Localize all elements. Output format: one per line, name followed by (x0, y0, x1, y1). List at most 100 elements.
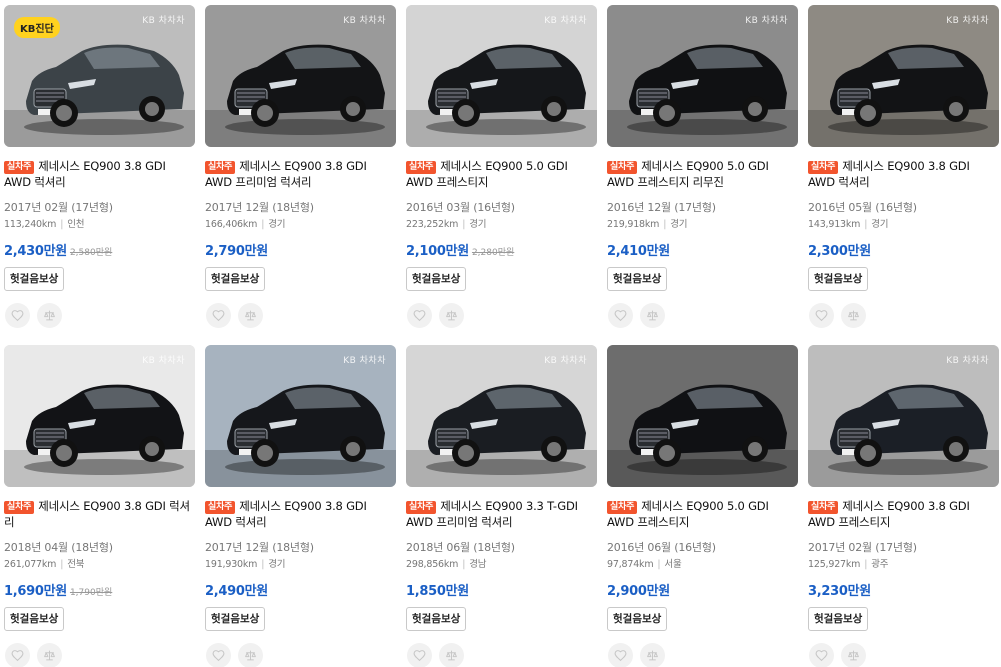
scale-icon[interactable] (238, 643, 263, 667)
scale-icon[interactable] (640, 303, 665, 328)
scale-icon[interactable] (841, 303, 866, 328)
car-card[interactable]: KB 차차차 실차주 제네시스 EQ900 3.8 GDI AWD 프리미엄 럭셔… (205, 5, 397, 335)
car-region: 경기 (871, 219, 889, 230)
heart-icon[interactable] (206, 643, 231, 667)
car-year: 2018년 04월 (18년형) (4, 541, 113, 554)
owner-tag: 실차주 (808, 161, 839, 174)
car-card[interactable]: KB 차차차 KB진단 실차주 제네시스 EQ900 3.8 GDI AWD 럭셔… (4, 5, 196, 335)
scale-icon[interactable] (37, 643, 62, 667)
heart-icon[interactable] (5, 303, 30, 328)
car-photo[interactable]: KB 차차차 (205, 5, 396, 147)
car-year: 2018년 06월 (18년형) (406, 541, 515, 554)
car-year: 2017년 02월 (17년형) (4, 201, 113, 214)
scale-icon[interactable] (439, 643, 464, 667)
price-row: 3,230만원 (808, 580, 871, 599)
car-title[interactable]: 실차주 제네시스 EQ900 3.8 GDI AWD 프레스티지 (808, 498, 998, 530)
scale-icon[interactable] (640, 643, 665, 667)
car-price: 2,900만원 (607, 584, 670, 599)
car-card[interactable]: 실차주 제네시스 EQ900 5.0 GDI AWD 프레스티지 2016년 06… (607, 345, 799, 667)
car-card[interactable]: KB 차차차 실차주 제네시스 EQ900 5.0 GDI AWD 프레스티지 리… (607, 5, 799, 335)
car-region: 전북 (67, 559, 85, 570)
car-photo[interactable] (607, 345, 798, 487)
compensation-button[interactable]: 헛걸음보상 (205, 607, 266, 631)
watermark: KB 차차차 (544, 16, 587, 26)
car-mileage: 261,077km (4, 559, 57, 570)
car-region: 경남 (469, 559, 487, 570)
scale-icon[interactable] (439, 303, 464, 328)
meta-divider: | (462, 559, 466, 570)
car-photo[interactable]: KB 차차차 (607, 5, 798, 147)
car-year: 2016년 05월 (16년형) (808, 201, 917, 214)
heart-icon[interactable] (608, 303, 633, 328)
owner-tag: 실차주 (607, 501, 638, 514)
heart-icon[interactable] (5, 643, 30, 667)
car-photo[interactable]: KB 차차차 (808, 5, 999, 147)
car-card[interactable]: KB 차차차 실차주 제네시스 EQ900 5.0 GDI AWD 프레스티지 2… (406, 5, 598, 335)
car-region: 인천 (67, 219, 85, 230)
watermark: KB 차차차 (946, 356, 989, 366)
car-title[interactable]: 실차주 제네시스 EQ900 3.8 GDI AWD 럭셔리 (4, 158, 194, 190)
owner-tag: 실차주 (4, 161, 35, 174)
car-meta: 219,918km | 경기 (607, 216, 688, 230)
car-photo[interactable]: KB 차차차 (4, 345, 195, 487)
watermark: KB 차차차 (544, 356, 587, 366)
car-title[interactable]: 실차주 제네시스 EQ900 3.8 GDI AWD 프리미엄 럭셔리 (205, 158, 395, 190)
meta-divider: | (261, 219, 265, 230)
compensation-button[interactable]: 헛걸음보상 (808, 267, 869, 291)
car-region: 서울 (664, 559, 682, 570)
car-meta: 298,856km | 경남 (406, 556, 487, 570)
meta-divider: | (657, 559, 661, 570)
compensation-button[interactable]: 헛걸음보상 (406, 607, 467, 631)
car-year: 2017년 12월 (18년형) (205, 541, 314, 554)
compensation-button[interactable]: 헛걸음보상 (4, 267, 65, 291)
heart-icon[interactable] (407, 303, 432, 328)
compensation-button[interactable]: 헛걸음보상 (205, 267, 266, 291)
car-card[interactable]: KB 차차차 실차주 제네시스 EQ900 3.3 T-GDI AWD 프리미엄 … (406, 345, 598, 667)
price-row: 2,430만원 2,580만원 (4, 240, 112, 259)
compensation-button[interactable]: 헛걸음보상 (808, 607, 869, 631)
compensation-button[interactable]: 헛걸음보상 (607, 607, 668, 631)
watermark: KB 차차차 (142, 16, 185, 26)
car-card[interactable]: KB 차차차 실차주 제네시스 EQ900 3.8 GDI AWD 럭셔리 201… (205, 345, 397, 667)
compensation-button[interactable]: 헛걸음보상 (607, 267, 668, 291)
meta-divider: | (864, 559, 868, 570)
meta-divider: | (60, 559, 64, 570)
car-title[interactable]: 실차주 제네시스 EQ900 3.3 T-GDI AWD 프리미엄 럭셔리 (406, 498, 596, 530)
car-card[interactable]: KB 차차차 실차주 제네시스 EQ900 3.8 GDI AWD 럭셔리 201… (808, 5, 1000, 335)
car-meta: 191,930km | 경기 (205, 556, 286, 570)
car-title[interactable]: 실차주 제네시스 EQ900 5.0 GDI AWD 프레스티지 (607, 498, 797, 530)
car-mileage: 143,913km (808, 219, 861, 230)
scale-icon[interactable] (238, 303, 263, 328)
heart-icon[interactable] (608, 643, 633, 667)
car-photo[interactable]: KB 차차차 (406, 345, 597, 487)
car-photo[interactable]: KB 차차차 (406, 5, 597, 147)
car-title[interactable]: 실차주 제네시스 EQ900 3.8 GDI AWD 럭셔리 (808, 158, 998, 190)
car-photo[interactable]: KB 차차차 (205, 345, 396, 487)
kb-diagnosis-badge: KB진단 (14, 17, 60, 38)
heart-icon[interactable] (809, 303, 834, 328)
car-mileage: 97,874km (607, 559, 654, 570)
compensation-button[interactable]: 헛걸음보상 (406, 267, 467, 291)
car-year: 2016년 12월 (17년형) (607, 201, 716, 214)
car-title[interactable]: 실차주 제네시스 EQ900 3.8 GDI AWD 럭셔리 (205, 498, 395, 530)
heart-icon[interactable] (206, 303, 231, 328)
car-year: 2017년 02월 (17년형) (808, 541, 917, 554)
car-meta: 166,406km | 경기 (205, 216, 286, 230)
car-photo[interactable]: KB 차차차 KB진단 (4, 5, 195, 147)
car-title[interactable]: 실차주 제네시스 EQ900 5.0 GDI AWD 프레스티지 리무진 (607, 158, 797, 190)
car-title[interactable]: 실차주 제네시스 EQ900 5.0 GDI AWD 프레스티지 (406, 158, 596, 190)
car-title[interactable]: 실차주 제네시스 EQ900 3.8 GDI 럭셔리 (4, 498, 194, 530)
car-card[interactable]: KB 차차차 실차주 제네시스 EQ900 3.8 GDI AWD 프레스티지 2… (808, 345, 1000, 667)
heart-icon[interactable] (809, 643, 834, 667)
car-photo[interactable]: KB 차차차 (808, 345, 999, 487)
car-meta: 223,252km | 경기 (406, 216, 487, 230)
owner-tag: 실차주 (205, 161, 236, 174)
price-row: 2,790만원 (205, 240, 268, 259)
scale-icon[interactable] (37, 303, 62, 328)
compensation-button[interactable]: 헛걸음보상 (4, 607, 65, 631)
scale-icon[interactable] (841, 643, 866, 667)
car-card[interactable]: KB 차차차 실차주 제네시스 EQ900 3.8 GDI 럭셔리 2018년 0… (4, 345, 196, 667)
price-row: 1,850만원 (406, 580, 469, 599)
car-region: 경기 (670, 219, 688, 230)
heart-icon[interactable] (407, 643, 432, 667)
